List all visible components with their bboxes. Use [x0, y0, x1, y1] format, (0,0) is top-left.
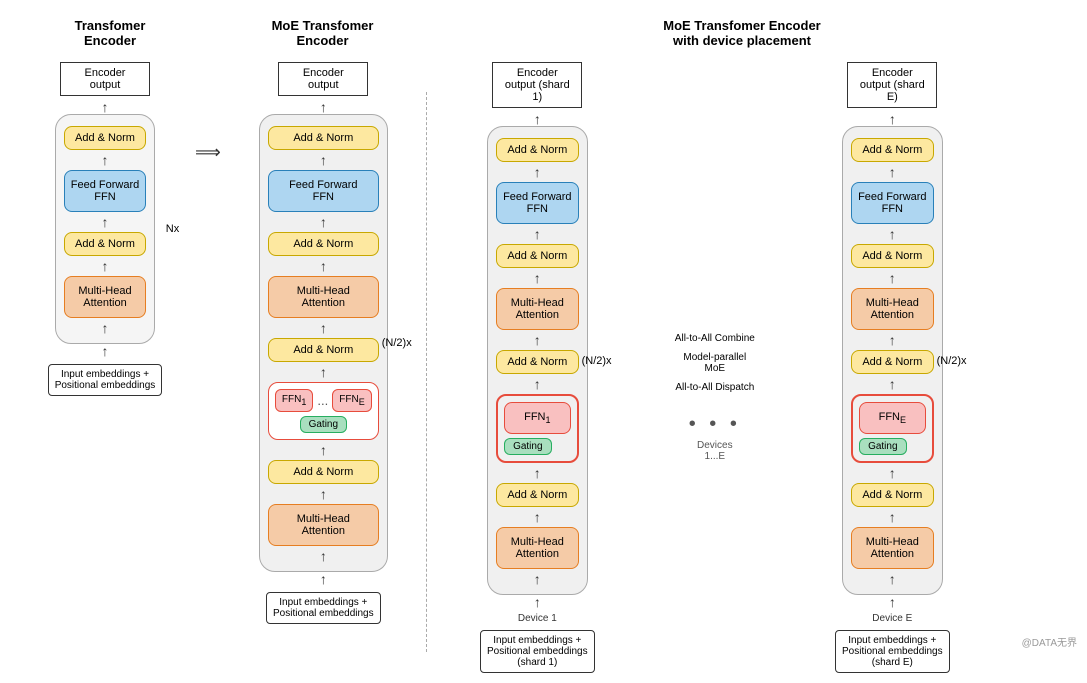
moe-dots: ... [317, 393, 328, 408]
d1-feed-forward: Feed Forward FFN [496, 182, 578, 224]
dE-inner: Add & Norm ↑ Feed Forward FFN ↑ Add & No… [842, 126, 942, 595]
moe-device-area: Encoder output (shard 1) ↑ Add & Norm ↑ … [437, 62, 985, 673]
device-dots: • • • [689, 413, 741, 436]
moe-encoder-section: Encoder output ↑ Add & Norm ↑ Feed Forwa… [231, 62, 416, 624]
moe-nx: (N/2)x [382, 337, 412, 349]
te-input-embed: Input embeddings + Positional embeddings [48, 364, 163, 396]
d1-encoder-output: Encoder output (shard 1) [492, 62, 582, 108]
deviceE-section: Encoder output (shard E) ↑ Add & Norm ↑ … [800, 62, 985, 673]
dE-add-norm-3: Add & Norm [851, 350, 933, 374]
moe-inner-block: Add & Norm ↑ Feed Forward FFN ↑ Add & No… [259, 114, 388, 572]
title-moe-encoder: MoE Transfomer Encoder [230, 18, 415, 48]
te-encoder-output: Encoder output [60, 62, 150, 96]
moe-add-norm-4: Add & Norm [268, 460, 379, 484]
te-outer-block: Add & Norm ↑ Feed Forward FFN ↑ Add & No… [55, 114, 155, 344]
moe-ffnE: FFNE [332, 389, 371, 412]
moe-ffn-row: FFN1 ... FFNE [275, 389, 372, 412]
d1-multi-head: Multi-Head Attention [496, 288, 578, 330]
dE-add-norm-4: Add & Norm [851, 483, 933, 507]
d1-input-embed: Input embeddings + Positional embeddings… [480, 630, 595, 673]
moe-encoder-output: Encoder output [278, 62, 368, 96]
d1-add-norm-4: Add & Norm [496, 483, 578, 507]
dE-multi-head-2: Multi-Head Attention [851, 527, 933, 569]
d1-add-norm-2: Add & Norm [496, 244, 578, 268]
arrow-te-to-moe: ⟹ [195, 142, 221, 163]
dE-nx: (N/2)x [937, 355, 967, 367]
moe-gating-area: FFN1 ... FFNE Gating [268, 382, 379, 440]
dE-add-norm-top: Add & Norm [851, 138, 933, 162]
d1-nx: (N/2)x [582, 355, 612, 367]
te-arrow-2: ↑ [64, 153, 146, 167]
device1-section: Encoder output (shard 1) ↑ Add & Norm ↑ … [445, 62, 630, 673]
diagram-container: Transfomer Encoder MoE Transfomer Encode… [0, 0, 1087, 657]
all-to-all-combine-label: All-to-All Combine [675, 333, 755, 344]
te-add-norm-1: Add & Norm [64, 126, 146, 150]
dE-add-norm-2: Add & Norm [851, 244, 933, 268]
dE-device-label: Device E [872, 613, 912, 624]
watermark: @DATA无界 [1022, 634, 1077, 649]
te-arrow-5: ↑ [64, 321, 146, 335]
moe-arrow-1: ↑ [320, 100, 327, 114]
d1-multi-head-2: Multi-Head Attention [496, 527, 578, 569]
dE-input-embed: Input embeddings + Positional embeddings… [835, 630, 950, 673]
devices-range-label: Devices 1...E [697, 440, 733, 462]
title-row: Transfomer Encoder MoE Transfomer Encode… [10, 10, 1077, 52]
moe-multi-head: Multi-Head Attention [268, 276, 379, 318]
moe-feed-forward: Feed Forward FFN [268, 170, 379, 212]
d1-device-label: Device 1 [518, 613, 557, 624]
d1-inner: Add & Norm ↑ Feed Forward FFN ↑ Add & No… [487, 126, 587, 595]
te-arrow-6: ↑ [102, 344, 109, 358]
moe-input-embed: Input embeddings + Positional embeddings [266, 592, 381, 624]
middle-column: All-to-All Combine Model-parallel MoE Al… [630, 62, 800, 673]
te-arrow-4: ↑ [64, 259, 146, 273]
title-moe-device: MoE Transfomer Encoder with device place… [427, 18, 1057, 48]
te-feed-forward: Feed Forward FFN [64, 170, 146, 212]
title-transformer-encoder: Transfomer Encoder [30, 18, 190, 48]
dE-gating: Gating [859, 438, 906, 455]
d1-ffn1: FFN1 [504, 402, 570, 434]
moe-add-norm-3: Add & Norm [268, 338, 379, 362]
d1-add-norm-top: Add & Norm [496, 138, 578, 162]
d1-add-norm-3: Add & Norm [496, 350, 578, 374]
section-separator-1 [426, 92, 427, 652]
moe-ffn1: FFN1 [275, 389, 313, 412]
d1-gating: Gating [504, 438, 551, 455]
te-add-norm-2: Add & Norm [64, 232, 146, 256]
moe-multi-head-2: Multi-Head Attention [268, 504, 379, 546]
te-arrow-up-1: ↑ [102, 100, 109, 114]
model-parallel-label: Model-parallel MoE [683, 352, 746, 374]
dE-ffnE: FFNE [859, 402, 925, 434]
dE-multi-head: Multi-Head Attention [851, 288, 933, 330]
main-area: Encoder output ↑ Add & Norm ↑ Feed Forwa… [10, 52, 1077, 683]
moe-gating: Gating [300, 416, 347, 433]
te-nx: Nx [166, 223, 179, 235]
moe-add-norm-top: Add & Norm [268, 126, 379, 150]
dE-encoder-output: Encoder output (shard E) [847, 62, 937, 108]
d1-red-area: FFN1 Gating [496, 394, 578, 463]
all-to-all-dispatch-label: All-to-All Dispatch [675, 382, 754, 393]
te-arrow-3: ↑ [64, 215, 146, 229]
te-multi-head: Multi-Head Attention [64, 276, 146, 318]
dE-red-area: FFNE Gating [851, 394, 933, 463]
transformer-encoder-section: Encoder output ↑ Add & Norm ↑ Feed Forwa… [25, 62, 185, 396]
moe-add-norm-2: Add & Norm [268, 232, 379, 256]
dE-feed-forward: Feed Forward FFN [851, 182, 933, 224]
